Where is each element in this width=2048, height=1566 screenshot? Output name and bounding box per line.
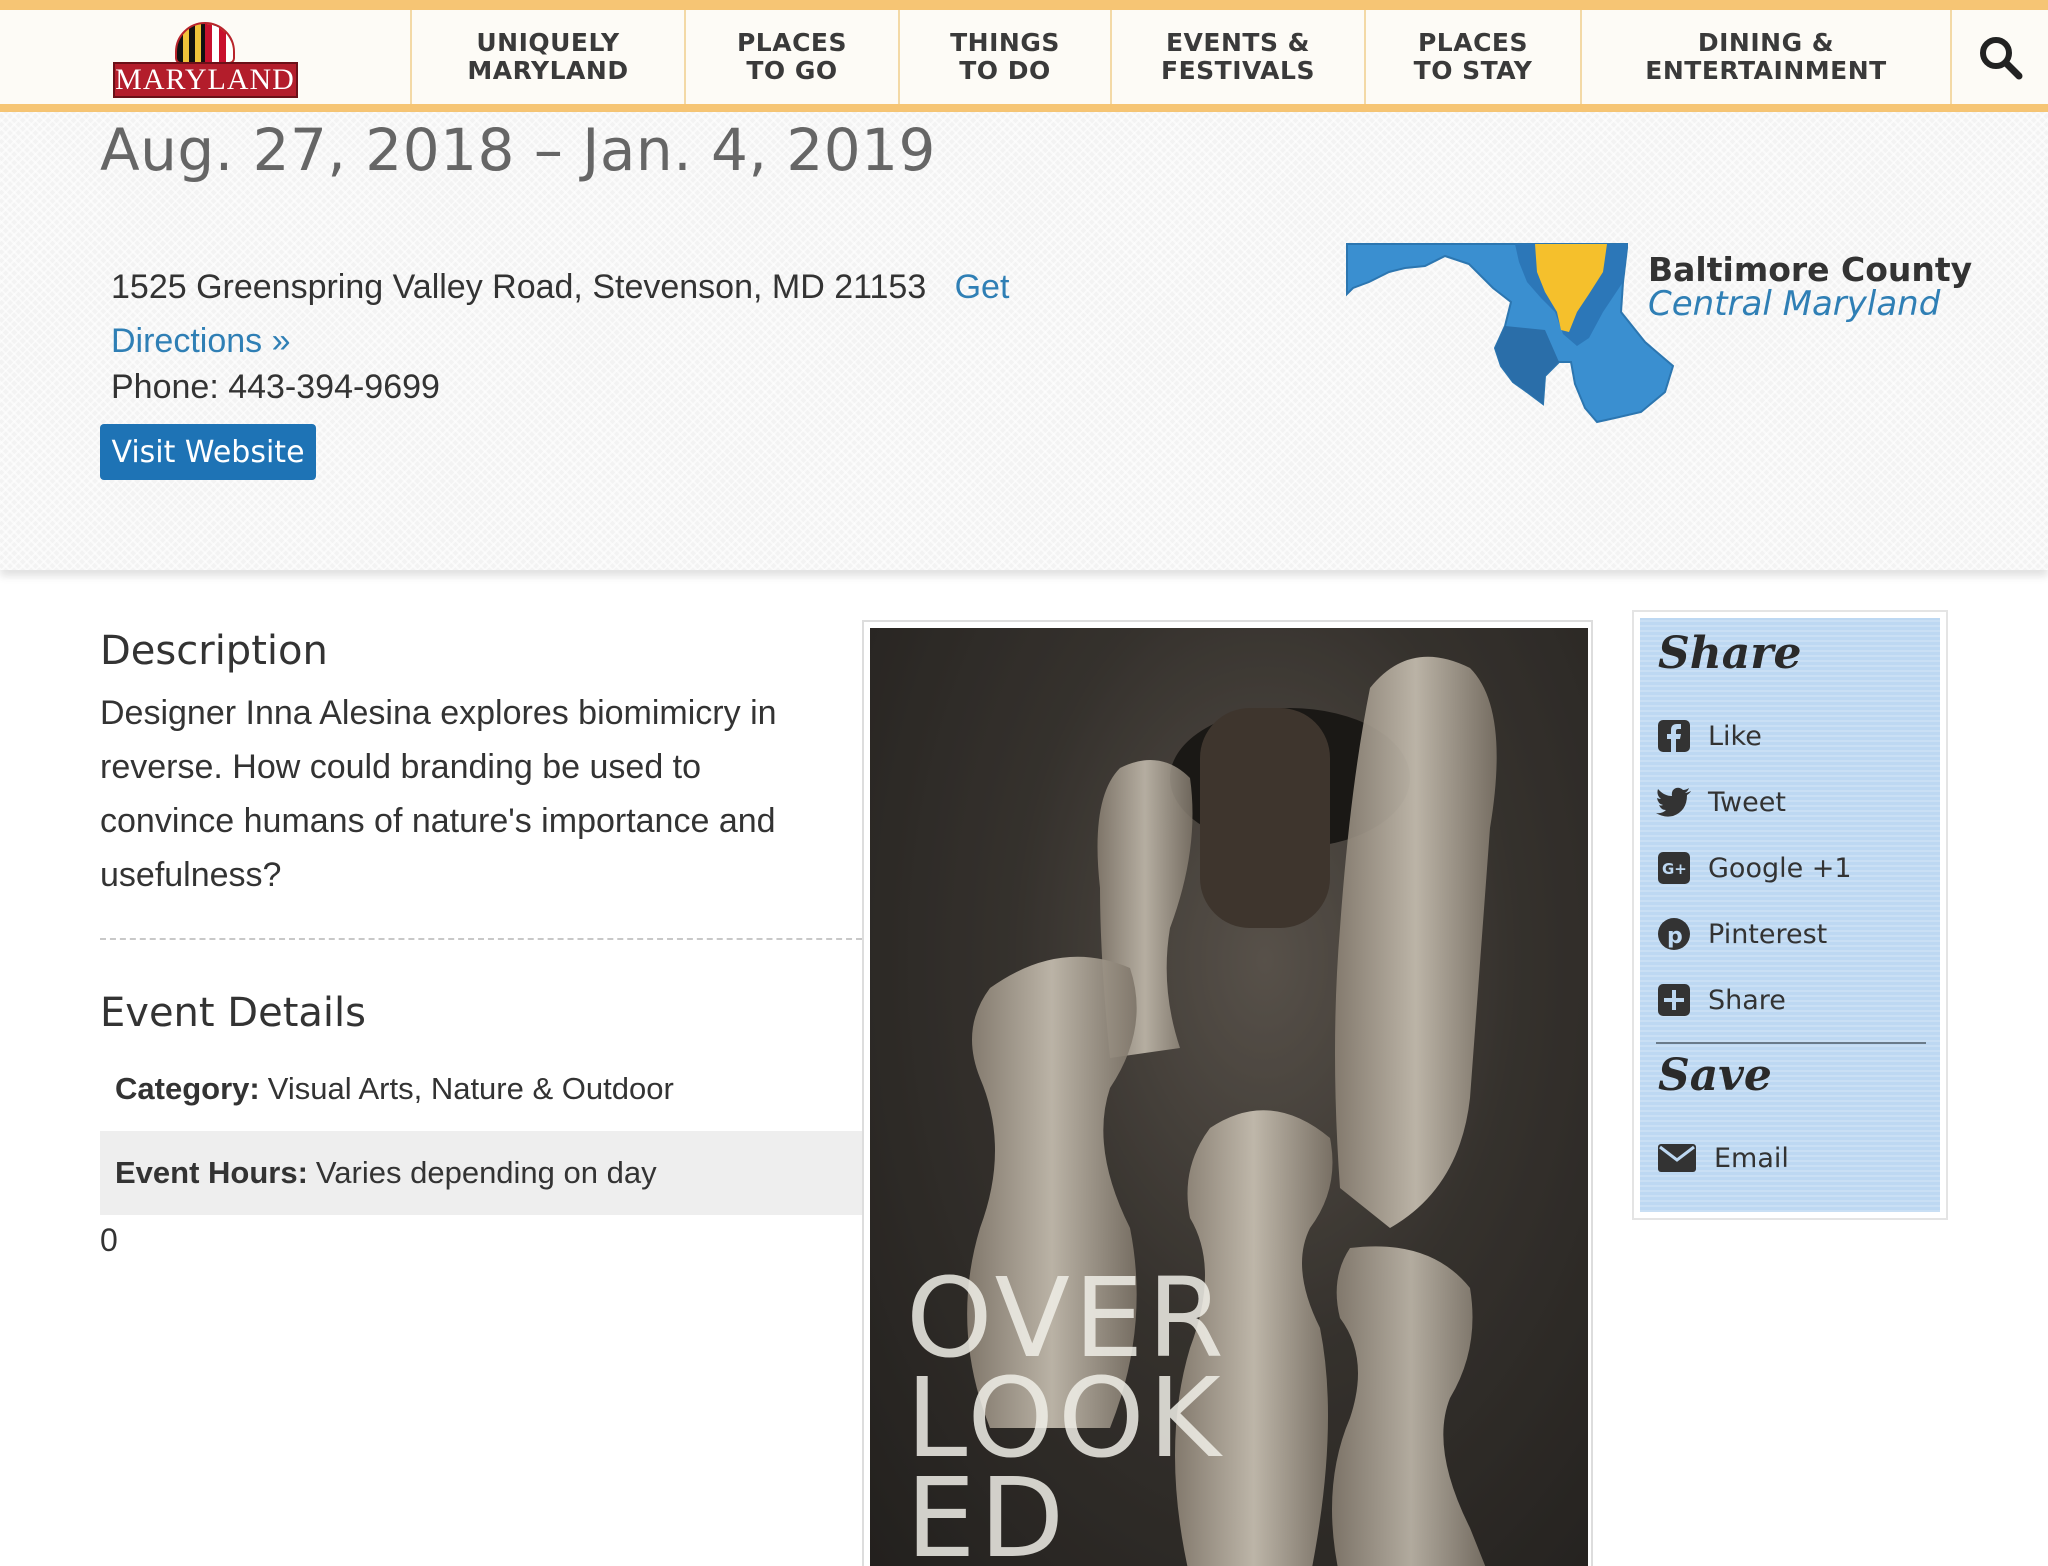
category-row: Category: Visual Arts, Nature & Outdoor	[100, 1047, 862, 1131]
nav-uniquely-maryland[interactable]: UNIQUELY MARYLAND	[412, 10, 686, 104]
description-heading: Description	[100, 628, 328, 674]
event-header: Aug. 27, 2018 – Jan. 4, 2019 1525 Greens…	[0, 112, 2048, 570]
event-address: 1525 Greenspring Valley Road, Stevenson,…	[111, 268, 927, 306]
nav-things-to-do[interactable]: THINGS TO DO	[900, 10, 1112, 104]
nav-events-festivals[interactable]: EVENTS & FESTIVALS	[1112, 10, 1366, 104]
save-email-label: Email	[1714, 1142, 1789, 1174]
facebook-icon	[1656, 718, 1692, 754]
section-divider	[100, 938, 862, 940]
event-phone: Phone: 443-394-9699	[111, 368, 440, 406]
share-pinterest-label: Pinterest	[1708, 918, 1828, 950]
share-google-plus[interactable]: G+ Google +1	[1656, 848, 1852, 888]
maryland-logo: MARYLAND	[112, 16, 298, 98]
email-icon	[1656, 1140, 1698, 1176]
save-heading: Save	[1658, 1050, 1772, 1101]
event-hours-row: Event Hours: Varies depending on day	[100, 1131, 862, 1215]
category-label: Category:	[115, 1071, 260, 1106]
description-text: Designer Inna Alesina explores biomimicr…	[100, 694, 777, 894]
share-facebook-like[interactable]: Like	[1656, 716, 1762, 756]
event-image-frame: OVER LOOK ED	[862, 620, 1593, 1566]
category-value: Visual Arts, Nature & Outdoor	[267, 1071, 674, 1106]
share-more[interactable]: Share	[1656, 980, 1786, 1020]
nav-dining-entertainment[interactable]: DINING & ENTERTAINMENT	[1582, 10, 1952, 104]
event-details-heading: Event Details	[100, 990, 366, 1036]
svg-text:G+: G+	[1662, 860, 1687, 878]
event-hours-label: Event Hours:	[115, 1155, 308, 1190]
pinterest-icon: p	[1656, 916, 1692, 952]
share-google-label: Google +1	[1708, 852, 1852, 884]
search-button[interactable]	[1952, 10, 2048, 104]
share-heading: Share	[1658, 628, 1802, 679]
share-panel-inner: Share Like Tweet G+ Google +1 p Pinteres…	[1640, 618, 1940, 1212]
region-name[interactable]: Central Maryland	[1648, 284, 1940, 324]
nav-places-to-stay[interactable]: PLACES TO STAY	[1366, 10, 1582, 104]
share-facebook-label: Like	[1708, 720, 1762, 752]
event-address-block: 1525 Greenspring Valley Road, Stevenson,…	[111, 260, 1091, 368]
event-hours-value: Varies depending on day	[315, 1155, 657, 1190]
top-navigation: MARYLAND UNIQUELY MARYLAND PLACES TO GO …	[0, 0, 2048, 112]
poster-title-text: OVER LOOK ED	[906, 1254, 1228, 1566]
save-email[interactable]: Email	[1656, 1138, 1789, 1178]
share-panel: Share Like Tweet G+ Google +1 p Pinteres…	[1632, 610, 1948, 1220]
event-date-range: Aug. 27, 2018 – Jan. 4, 2019	[100, 116, 936, 184]
share-twitter-label: Tweet	[1708, 786, 1786, 818]
share-more-label: Share	[1708, 984, 1786, 1016]
plus-share-icon	[1656, 982, 1692, 1018]
visit-website-button[interactable]: Visit Website	[100, 424, 316, 480]
maryland-map	[1346, 243, 1675, 424]
twitter-icon	[1656, 784, 1692, 820]
logo-wordmark: MARYLAND	[112, 62, 298, 98]
nav-places-to-go[interactable]: PLACES TO GO	[686, 10, 900, 104]
logo-link[interactable]: MARYLAND	[0, 10, 412, 104]
share-divider	[1656, 1042, 1926, 1044]
share-pinterest[interactable]: p Pinterest	[1656, 914, 1827, 954]
google-plus-icon: G+	[1656, 850, 1692, 886]
maryland-flag-icon	[174, 22, 235, 64]
detail-extra-value: 0	[100, 1222, 118, 1258]
svg-text:p: p	[1667, 924, 1683, 949]
share-twitter-tweet[interactable]: Tweet	[1656, 782, 1786, 822]
search-icon	[1980, 37, 2023, 80]
event-poster-image: OVER LOOK ED	[870, 628, 1588, 1566]
